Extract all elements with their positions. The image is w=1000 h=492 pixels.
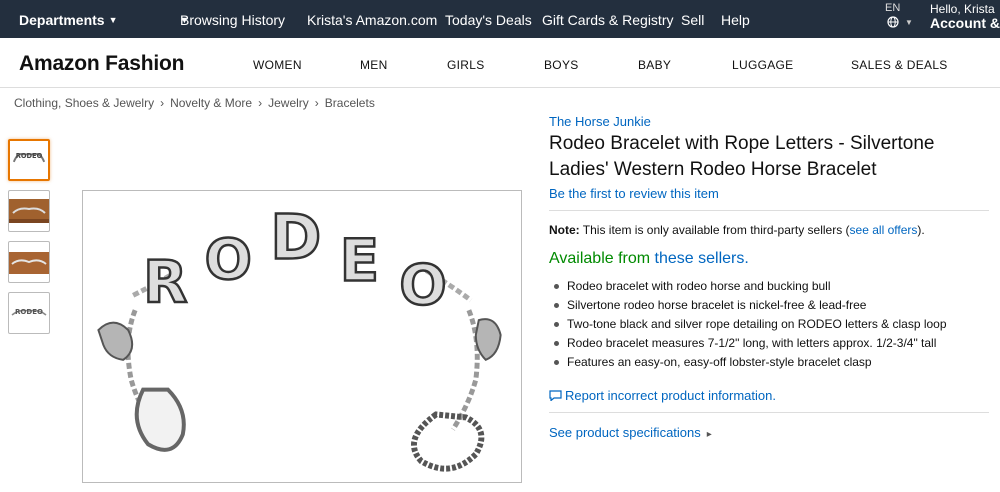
- note-label: Note:: [549, 223, 580, 237]
- note-end: ).: [917, 223, 925, 237]
- product-title-line: Ladies' Western Rodeo Horse Bracelet: [549, 159, 877, 180]
- letter-d: D: [270, 202, 321, 274]
- list-item: Rodeo bracelet with rodeo horse and buck…: [549, 277, 989, 296]
- product-title-line: Rodeo Bracelet with Rope Letters - Silve…: [549, 133, 935, 154]
- product-info: The Horse Junkie Rodeo Bracelet with Rop…: [549, 114, 989, 440]
- divider: [549, 210, 989, 211]
- availability-note: Note: This item is only available from t…: [549, 223, 989, 237]
- nav-kristas-amazon[interactable]: Krista's Amazon.com: [307, 12, 437, 28]
- nav-browsing-history-label: Browsing History: [180, 12, 286, 28]
- see-all-offers-link[interactable]: see all offers: [850, 223, 918, 237]
- feature-bullets: Rodeo bracelet with rodeo horse and buck…: [549, 277, 989, 372]
- report-label: Report incorrect product information.: [565, 388, 776, 403]
- letter-o: O: [205, 227, 252, 292]
- thumbnail-1[interactable]: RODEO: [8, 139, 50, 181]
- letter-r: R: [143, 249, 187, 316]
- language-code[interactable]: EN: [885, 2, 900, 14]
- breadcrumb-item[interactable]: Jewelry: [268, 96, 309, 110]
- chevron-right-icon: ›: [314, 96, 319, 110]
- report-incorrect-info-link[interactable]: Report incorrect product information.: [549, 388, 989, 403]
- category-men[interactable]: MEN: [360, 58, 388, 72]
- bracelet-illustration: R O D E O: [97, 200, 502, 472]
- these-sellers-link[interactable]: these sellers.: [655, 250, 749, 267]
- divider: [549, 412, 989, 413]
- review-link[interactable]: Be the first to review this item: [549, 186, 989, 201]
- nav-sell[interactable]: Sell: [681, 12, 704, 28]
- svg-text:RODEO: RODEO: [15, 308, 43, 316]
- departments-menu[interactable]: Departments ▼: [19, 12, 118, 28]
- amazon-fashion-logo[interactable]: Amazon Fashion: [19, 52, 184, 76]
- svg-text:RODEO: RODEO: [16, 152, 43, 160]
- availability-status: Available from these sellers.: [549, 250, 989, 268]
- fashion-subnav: Amazon Fashion WOMEN MEN GIRLS BOYS BABY…: [0, 38, 1000, 88]
- availability-text: Available from: [549, 250, 651, 267]
- nav-gift-cards[interactable]: Gift Cards & Registry: [542, 12, 673, 28]
- thumbnail-3[interactable]: [8, 241, 50, 283]
- list-item: Features an easy-on, easy-off lobster-st…: [549, 353, 989, 372]
- main-product-image[interactable]: R O D E O: [82, 190, 522, 483]
- category-luggage[interactable]: LUGGAGE: [732, 58, 793, 72]
- list-item: Silvertone rodeo horse bracelet is nicke…: [549, 296, 989, 315]
- nav-help[interactable]: Help: [721, 12, 750, 28]
- category-sales-deals[interactable]: SALES & DEALS: [851, 58, 948, 72]
- list-item: Rodeo bracelet measures 7-1/2" long, wit…: [549, 334, 989, 353]
- top-nav-bar: Departments ▼ Browsing History ▼ Krista's…: [0, 0, 1000, 38]
- letter-o: O: [399, 253, 446, 318]
- breadcrumb-item[interactable]: Clothing, Shoes & Jewelry: [14, 96, 154, 110]
- nav-todays-deals[interactable]: Today's Deals: [445, 12, 532, 28]
- globe-icon[interactable]: [887, 16, 899, 28]
- account-menu[interactable]: Account &: [930, 15, 1000, 31]
- thumbnail-2[interactable]: [8, 190, 50, 232]
- category-baby[interactable]: BABY: [638, 58, 671, 72]
- category-women[interactable]: WOMEN: [253, 58, 302, 72]
- chevron-down-icon: ▼: [905, 18, 913, 27]
- category-boys[interactable]: BOYS: [544, 58, 579, 72]
- chevron-right-icon: ›: [258, 96, 263, 110]
- product-specs-link[interactable]: See product specifications ▸: [549, 425, 989, 440]
- chevron-right-icon: ▸: [706, 429, 712, 440]
- thumbnail-4[interactable]: RODEO: [8, 292, 50, 334]
- breadcrumb: Clothing, Shoes & Jewelry › Novelty & More…: [14, 96, 375, 110]
- note-text: This item is only available from third-p…: [582, 223, 850, 237]
- breadcrumb-item[interactable]: Novelty & More: [170, 96, 252, 110]
- account-greeting: Hello, Krista: [930, 2, 995, 16]
- breadcrumb-item[interactable]: Bracelets: [325, 96, 375, 110]
- store-link[interactable]: The Horse Junkie: [549, 114, 989, 129]
- product-title: Rodeo Bracelet with Rope Letters - Silve…: [549, 131, 989, 183]
- specs-label: See product specifications: [549, 425, 701, 440]
- chevron-down-icon: ▼: [108, 15, 118, 25]
- speech-bubble-icon: [549, 390, 562, 401]
- departments-label: Departments: [19, 12, 105, 28]
- chevron-right-icon: ›: [160, 96, 165, 110]
- category-girls[interactable]: GIRLS: [447, 58, 485, 72]
- nav-browsing-history[interactable]: Browsing History ▼: [180, 12, 285, 28]
- list-item: Two-tone black and silver rope detailing…: [549, 315, 989, 334]
- letter-e: E: [340, 227, 379, 294]
